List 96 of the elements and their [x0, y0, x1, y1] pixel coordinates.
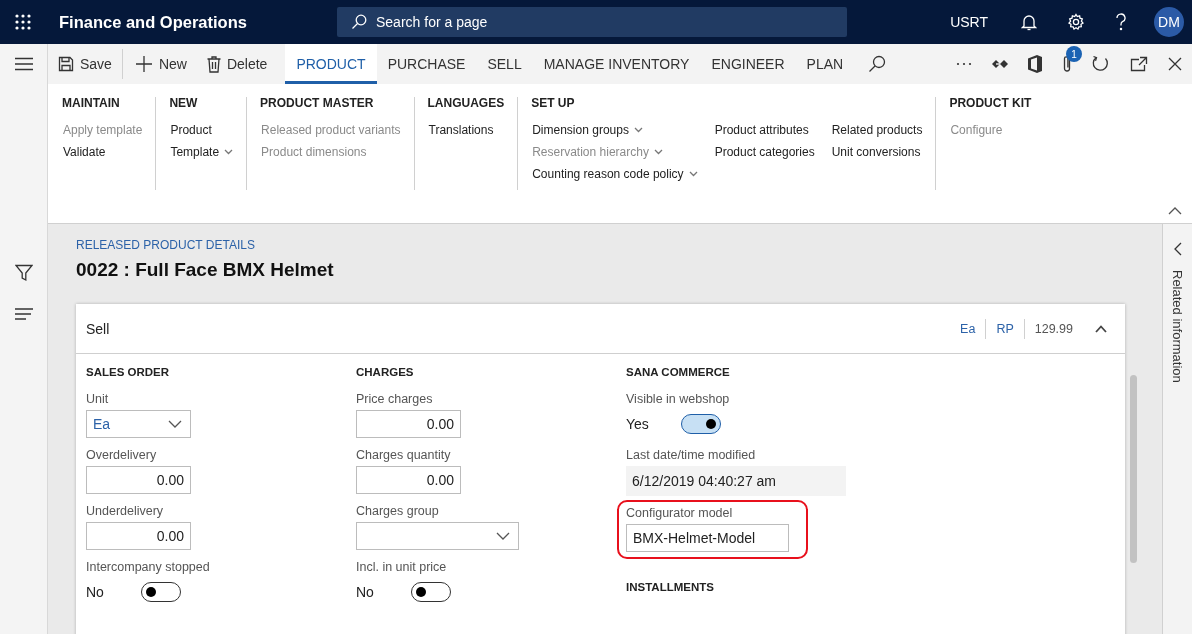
chevron-up-icon[interactable]	[1168, 207, 1182, 215]
section-heading: SALES ORDER	[86, 366, 171, 380]
more-icon[interactable]	[956, 62, 972, 66]
toggle-value: Yes	[626, 416, 650, 432]
field-label: Incl. in unit price	[356, 560, 448, 576]
dropdown-field[interactable]	[356, 522, 519, 550]
toggle-switch[interactable]	[681, 414, 721, 434]
scrollbar-thumb[interactable]	[1130, 375, 1137, 563]
toggle-switch[interactable]	[411, 582, 451, 602]
fasttab-header[interactable]: Sell Ea RP 129.99	[76, 304, 1125, 354]
chevron-down-icon	[168, 420, 182, 428]
search-icon	[351, 14, 367, 30]
ribbon-item[interactable]: Template	[169, 141, 234, 163]
ribbon-item[interactable]: Related products	[830, 119, 923, 141]
related-information-pane[interactable]: Related information	[1162, 224, 1192, 634]
section-heading: INSTALLMENTS	[626, 581, 715, 595]
group-title: PRODUCT KIT	[949, 96, 1032, 112]
ribbon-tab[interactable]: PRODUCT	[285, 44, 377, 84]
chevron-down-icon	[688, 171, 698, 177]
group-title: SET UP	[531, 96, 576, 112]
ribbon-item[interactable]: Product attributes	[713, 119, 815, 141]
chevron-down-icon	[633, 127, 643, 133]
ribbon-tab[interactable]: ENGINEER	[700, 44, 796, 84]
trash-can-icon	[206, 55, 221, 73]
user-avatar[interactable]: DM	[1154, 7, 1184, 37]
delete-button[interactable]: Delete	[196, 44, 278, 84]
page-title: 0022 : Full Face BMX Helmet	[76, 259, 335, 281]
text-field[interactable]: BMX-Helmet-Model	[626, 524, 789, 552]
settings-icon[interactable]	[1067, 13, 1085, 31]
chevron-down-icon	[653, 149, 663, 155]
read-only-field: 6/12/2019 04:40:27 am	[626, 466, 846, 496]
diamonds-icon[interactable]	[992, 59, 1008, 69]
group-title: PRODUCT MASTER	[260, 96, 375, 112]
section-heading: SANA COMMERCE	[626, 366, 731, 380]
chevron-up-icon[interactable]	[1095, 324, 1107, 333]
app-title: Finance and Operations	[59, 12, 248, 32]
summary-link[interactable]: RP	[985, 318, 1024, 339]
ribbon-item[interactable]: Dimension groups	[531, 119, 698, 141]
help-icon[interactable]	[1115, 13, 1127, 31]
search-icon[interactable]	[868, 55, 887, 73]
chevron-down-icon	[496, 532, 510, 540]
ribbon-item[interactable]: Validate	[62, 141, 143, 163]
office-icon[interactable]	[1028, 55, 1042, 73]
company-picker[interactable]: USRT	[950, 14, 988, 30]
filter-icon[interactable]	[14, 264, 33, 282]
field-label: Underdelivery	[86, 504, 165, 520]
open-in-new-window-icon[interactable]	[1130, 56, 1148, 72]
field-label: Charges quantity	[356, 448, 452, 464]
paperclip-icon[interactable]	[1062, 55, 1072, 73]
field-label: Charges group	[356, 504, 440, 520]
ribbon-item[interactable]: Product	[169, 119, 234, 141]
toggle-switch[interactable]	[141, 582, 181, 602]
field-label: Price charges	[356, 392, 434, 408]
attachment-count-badge: 1	[1066, 46, 1082, 62]
summary-link[interactable]: Ea	[950, 318, 986, 339]
number-field[interactable]: 0.00	[86, 522, 191, 550]
ribbon-tab[interactable]: SELL	[476, 44, 533, 84]
group-title: LANGUAGES	[427, 96, 505, 112]
summary-value: 129.99	[1023, 318, 1083, 339]
field-label: Unit	[86, 392, 110, 408]
ribbon-tab[interactable]: PURCHASE	[376, 44, 477, 84]
menu-icon[interactable]	[14, 57, 33, 71]
ribbon-item[interactable]: Translations	[427, 119, 494, 141]
app-launcher-icon[interactable]	[15, 14, 31, 30]
save-button[interactable]: Save	[48, 49, 123, 79]
fasttab-title: Sell	[86, 320, 110, 337]
toggle-value: No	[86, 584, 105, 600]
field-label: Intercompany stopped	[86, 560, 211, 576]
refresh-icon[interactable]	[1092, 55, 1110, 73]
list-icon[interactable]	[14, 308, 33, 320]
chevron-down-icon	[224, 149, 234, 155]
field-label: Last date/time modified	[626, 448, 757, 464]
ribbon-tab[interactable]: PLAN	[795, 44, 855, 84]
section-heading: CHARGES	[356, 366, 415, 380]
toggle-value: No	[356, 584, 375, 600]
chevron-left-icon	[1173, 242, 1182, 256]
field-label: Overdelivery	[86, 448, 158, 464]
group-title: MAINTAIN	[62, 96, 121, 112]
field-label: Visible in webshop	[626, 392, 731, 408]
ribbon-item[interactable]: Counting reason code policy	[531, 163, 698, 185]
field-label: Configurator model	[626, 506, 734, 522]
page-caption[interactable]: RELEASED PRODUCT DETAILS	[76, 238, 1162, 252]
bell-icon[interactable]	[1021, 13, 1037, 31]
ribbon-item[interactable]: Unit conversions	[830, 141, 923, 163]
plus-icon	[134, 55, 153, 73]
floppy-disk-icon	[58, 56, 74, 72]
number-field[interactable]: 0.00	[356, 466, 461, 494]
ribbon-item[interactable]: Product categories	[713, 141, 815, 163]
group-title: NEW	[169, 96, 199, 112]
search-field[interactable]: Search for a page	[337, 7, 847, 37]
ribbon-tab[interactable]: MANAGE INVENTORY	[532, 44, 701, 84]
close-icon[interactable]	[1168, 57, 1182, 71]
number-field[interactable]: 0.00	[86, 466, 191, 494]
new-button[interactable]: New	[124, 44, 197, 84]
number-field[interactable]: 0.00	[356, 410, 461, 438]
dropdown-field[interactable]: Ea	[86, 410, 191, 438]
